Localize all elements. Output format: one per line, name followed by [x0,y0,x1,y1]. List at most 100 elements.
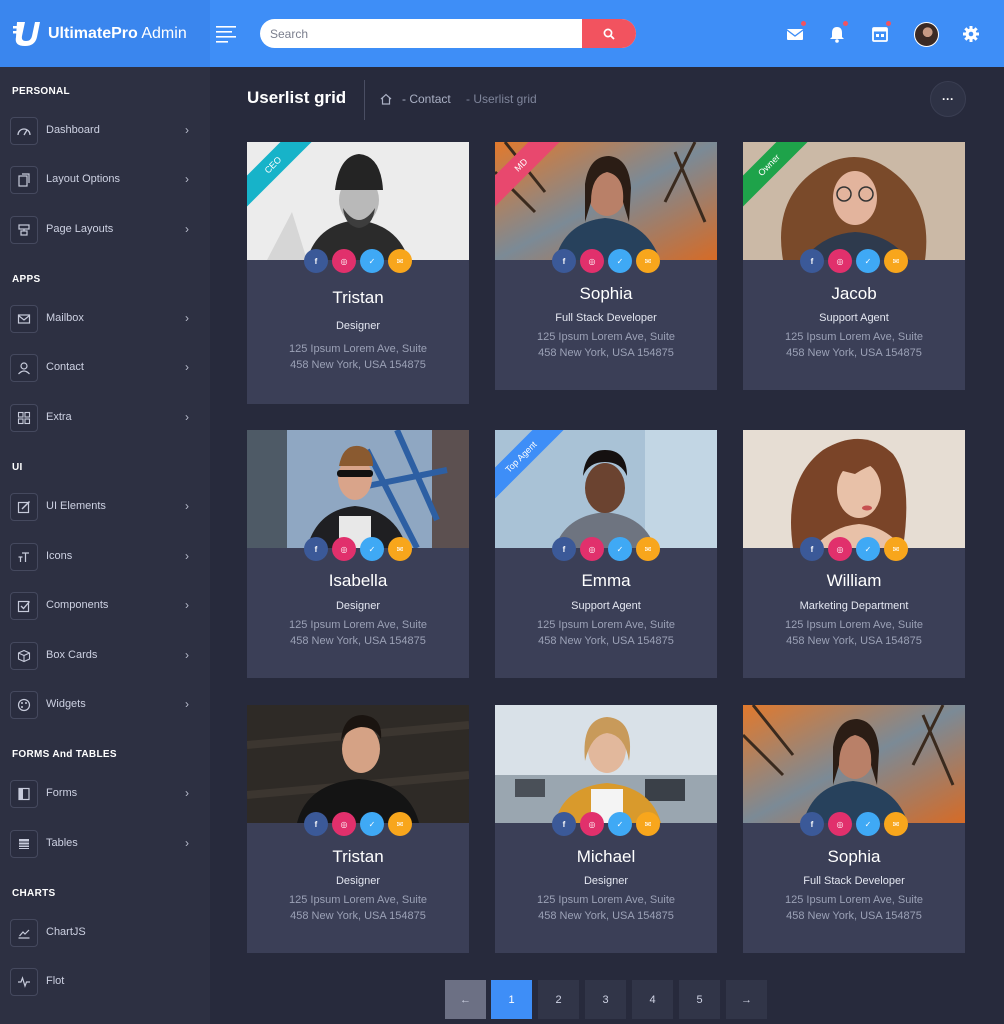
mail-icon[interactable]: ✉ [884,812,908,836]
dashboard-icon [10,117,38,145]
instagram-icon[interactable]: ◎ [580,249,604,273]
search-input[interactable] [260,19,582,48]
instagram-icon[interactable]: ◎ [332,812,356,836]
facebook-icon[interactable]: f [304,249,328,273]
more-options-button[interactable]: ··· [930,81,966,117]
sidebar-item-mailbox[interactable]: Mailbox › [0,302,210,342]
sidebar-item-tables[interactable]: Tables › [0,827,210,867]
edit-icon [10,493,38,521]
sidebar-item-label: Page Layouts [46,223,114,235]
sidebar-item-label: Contact [46,361,84,373]
chevron-right-icon: › [185,410,189,424]
facebook-icon[interactable]: f [304,812,328,836]
sidebar-item-label: Layout Options [46,173,120,185]
avatar[interactable] [914,22,939,47]
chevron-right-icon: › [185,222,189,236]
pagination-page-2[interactable]: 2 [538,980,579,1019]
sidebar-item-label: Icons [46,550,73,562]
pagination-page-5[interactable]: 5 [679,980,720,1019]
instagram-icon[interactable]: ◎ [828,249,852,273]
twitter-icon[interactable]: ✓ [608,812,632,836]
facebook-icon[interactable]: f [304,537,328,561]
instagram-icon[interactable]: ◎ [332,537,356,561]
chevron-right-icon: › [185,360,189,374]
breadcrumb-contact[interactable]: - Contact [402,92,451,106]
pages-icon [10,216,38,244]
instagram-icon[interactable]: ◎ [828,537,852,561]
instagram-icon[interactable]: ◎ [828,812,852,836]
twitter-icon[interactable]: ✓ [608,537,632,561]
sidebar-item-ui-elements[interactable]: UI Elements › [0,490,210,530]
sidebar-item-components[interactable]: Components › [0,589,210,629]
pagination-page-3[interactable]: 3 [585,980,626,1019]
sidebar-item-box-cards[interactable]: Box Cards › [0,639,210,679]
instagram-icon[interactable]: ◎ [580,812,604,836]
mail-icon[interactable]: ✉ [884,537,908,561]
mail-notification-button[interactable] [784,21,806,45]
sidebar-item-label: Tables [46,837,78,849]
sidebar-item-forms[interactable]: Forms › [0,777,210,817]
settings-button[interactable] [960,23,982,45]
sidebar-item-label: Extra [46,411,72,423]
check-square-icon [10,592,38,620]
mail-icon[interactable]: ✉ [884,249,908,273]
calendar-button[interactable] [869,21,891,45]
pagination-page-4[interactable]: 4 [632,980,673,1019]
facebook-icon[interactable]: f [800,537,824,561]
pagination-next[interactable]: → [726,980,767,1019]
mail-icon[interactable]: ✉ [636,537,660,561]
facebook-icon[interactable]: f [800,249,824,273]
facebook-icon[interactable]: f [800,812,824,836]
facebook-icon[interactable]: f [552,249,576,273]
mail-icon[interactable]: ✉ [636,249,660,273]
sidebar-item-chartjs[interactable]: ChartJS [0,916,210,956]
sidebar-item-contact[interactable]: Contact › [0,351,210,391]
twitter-icon[interactable]: ✓ [608,249,632,273]
pagination-prev[interactable]: ← [445,980,486,1019]
sidebar-item-label: Widgets [46,698,86,710]
facebook-icon[interactable]: f [552,537,576,561]
table-icon [10,830,38,858]
facebook-icon[interactable]: f [552,812,576,836]
twitter-icon[interactable]: ✓ [360,812,384,836]
calendar-icon [872,27,888,42]
twitter-icon[interactable]: ✓ [360,537,384,561]
user-photo [743,430,965,548]
instagram-icon[interactable]: ◎ [332,249,356,273]
twitter-icon[interactable]: ✓ [856,537,880,561]
brand[interactable]: UltimatePro Admin [0,0,210,67]
user-name: Emma [581,571,631,590]
user-name: Michael [576,847,636,866]
search-button[interactable] [582,19,636,48]
twitter-icon[interactable]: ✓ [856,249,880,273]
instagram-icon[interactable]: ◎ [580,537,604,561]
social-links: f ◎ ✓ ✉ [743,812,965,836]
sidebar-item-label: Forms [46,787,78,799]
twitter-icon[interactable]: ✓ [360,249,384,273]
user-card: MD f ◎ ✓ ✉ Sophia Full Stack Developer 1… [495,142,717,390]
mail-icon[interactable]: ✉ [388,249,412,273]
sidebar-item-dashboard[interactable]: Dashboard › [0,114,210,154]
mail-icon[interactable]: ✉ [388,537,412,561]
sidebar-item-layout-options[interactable]: Layout Options › [0,163,210,203]
user-card: Owner f ◎ ✓ ✉ Jacob Support Agent 125 Ip… [743,142,965,390]
notification-dot [801,21,806,26]
sidebar-item-page-layouts[interactable]: Page Layouts › [0,213,210,253]
pagination-page-1[interactable]: 1 [491,980,532,1019]
bell-notification-button[interactable] [826,21,848,45]
sidebar-item-extra[interactable]: Extra › [0,401,210,441]
mail-icon[interactable]: ✉ [636,812,660,836]
sidebar-section-ui: UI [12,462,23,473]
twitter-icon[interactable]: ✓ [856,812,880,836]
layout-icon [10,166,38,194]
sidebar-item-icons[interactable]: Icons › [0,540,210,580]
menu-icon[interactable] [216,23,238,43]
social-links: f ◎ ✓ ✉ [495,249,717,273]
sidebar-item-widgets[interactable]: Widgets › [0,688,210,728]
logo-icon [13,22,41,46]
home-icon[interactable] [380,93,392,105]
sidebar-item-flot[interactable]: Flot [0,965,210,1005]
mail-icon[interactable]: ✉ [388,812,412,836]
notification-dot [886,21,891,26]
search-bar [260,19,636,48]
